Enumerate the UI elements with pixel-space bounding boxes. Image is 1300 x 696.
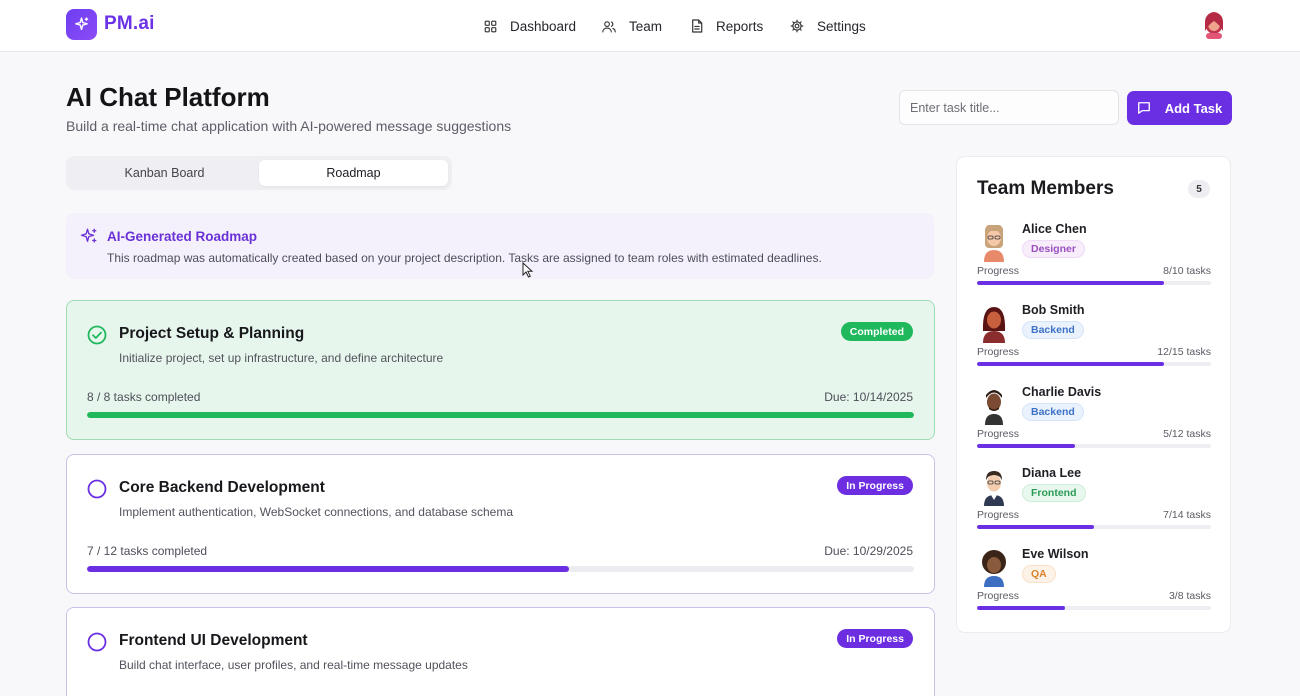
phase-progress-bar	[87, 566, 914, 572]
circle-icon	[87, 479, 107, 499]
avatar	[982, 550, 1006, 587]
avatar	[984, 225, 1004, 262]
message-square-icon	[1137, 102, 1150, 114]
tab-kanban-board[interactable]: Kanban Board	[70, 160, 259, 186]
check-circle-icon	[87, 325, 107, 345]
phase-description: Implement authentication, WebSocket conn…	[119, 505, 514, 519]
page-subtitle: Build a real-time chat application with …	[66, 118, 512, 134]
member-role-badge: QA	[1022, 565, 1056, 583]
ai-banner-title: AI-Generated Roadmap	[107, 229, 258, 244]
member-progress-bar	[977, 525, 1211, 529]
member-task-count: 12/15 tasks	[1157, 346, 1211, 358]
status-badge: In Progress	[837, 476, 913, 495]
member-task-count: 7/14 tasks	[1163, 509, 1211, 521]
member-task-count: 8/10 tasks	[1163, 265, 1211, 277]
team-member-eve[interactable]: Eve Wilson QA Progress 3/8 tasks	[977, 547, 1211, 627]
member-progress-label: Progress	[977, 265, 1020, 277]
phase-title: Frontend UI Development	[119, 632, 308, 649]
phase-due-date: Due: 10/29/2025	[824, 544, 913, 558]
member-name: Diana Lee	[1022, 466, 1082, 480]
phase-progress-fill	[87, 566, 570, 572]
nav-dashboard[interactable]: Dashboard	[484, 16, 576, 36]
top-navbar: PM.ai Dashboard Team Reports Settings	[0, 0, 1300, 52]
mouse-cursor-icon	[522, 262, 533, 278]
member-progress-fill	[977, 362, 1165, 366]
phase-card-frontend-ui[interactable]: Frontend UI Development Build chat inter…	[66, 607, 935, 696]
phase-task-count: 7 / 12 tasks completed	[87, 544, 208, 558]
nav-settings-label: Settings	[817, 18, 866, 34]
team-members-panel: Team Members 5 Alice Chen Designer Progr…	[956, 156, 1231, 633]
avatar	[982, 307, 1006, 343]
member-name: Alice Chen	[1022, 222, 1087, 236]
team-member-alice[interactable]: Alice Chen Designer Progress 8/10 tasks	[977, 222, 1211, 302]
member-role-badge: Designer	[1022, 240, 1085, 258]
member-role-badge: Frontend	[1022, 484, 1086, 502]
nav-settings[interactable]: Settings	[790, 16, 866, 36]
member-progress-fill	[977, 281, 1165, 285]
member-progress-label: Progress	[977, 346, 1020, 358]
member-progress-bar	[977, 281, 1211, 285]
phase-progress-bar	[87, 412, 914, 418]
member-progress-bar	[977, 606, 1211, 610]
phase-title: Core Backend Development	[119, 479, 325, 496]
phase-due-date: Due: 10/14/2025	[824, 390, 913, 404]
team-count-badge: 5	[1188, 180, 1210, 198]
phase-card-project-setup[interactable]: Project Setup & Planning Initialize proj…	[66, 300, 935, 440]
member-task-count: 5/12 tasks	[1163, 428, 1211, 440]
member-progress-fill	[977, 444, 1075, 448]
team-member-charlie[interactable]: Charlie Davis Backend Progress 5/12 task…	[977, 385, 1211, 465]
ai-roadmap-banner: AI-Generated Roadmap This roadmap was au…	[66, 213, 934, 279]
member-role-badge: Backend	[1022, 321, 1084, 339]
nav-reports[interactable]: Reports	[691, 16, 763, 36]
team-member-bob[interactable]: Bob Smith Backend Progress 12/15 tasks	[977, 303, 1211, 383]
nav-team-label: Team	[629, 18, 663, 34]
view-tabs: Kanban Board Roadmap	[66, 156, 452, 190]
add-task-button[interactable]: Add Task	[1127, 91, 1232, 125]
member-progress-bar	[977, 444, 1211, 448]
member-progress-bar	[977, 362, 1211, 366]
brand-name[interactable]: PM.ai	[104, 13, 155, 35]
team-panel-title: Team Members	[977, 178, 1114, 199]
member-progress-label: Progress	[977, 428, 1020, 440]
task-title-input[interactable]	[899, 90, 1119, 125]
nav-team[interactable]: Team	[602, 16, 662, 36]
member-progress-label: Progress	[977, 509, 1020, 521]
page-title: AI Chat Platform	[66, 82, 270, 112]
phase-description: Build chat interface, user profiles, and…	[119, 658, 468, 672]
phase-title: Project Setup & Planning	[119, 325, 305, 342]
phase-task-count: 8 / 8 tasks completed	[87, 390, 201, 404]
member-name: Bob Smith	[1022, 303, 1085, 317]
nav-reports-label: Reports	[716, 18, 764, 34]
member-role-badge: Backend	[1022, 403, 1084, 421]
users-icon	[602, 20, 616, 32]
member-progress-label: Progress	[977, 590, 1020, 602]
ai-banner-text: This roadmap was automatically created b…	[107, 251, 822, 265]
member-progress-fill	[977, 525, 1094, 529]
avatar	[985, 390, 1003, 425]
phase-progress-fill	[87, 412, 914, 418]
phase-card-core-backend[interactable]: Core Backend Development Implement authe…	[66, 454, 935, 594]
nav-dashboard-label: Dashboard	[510, 18, 577, 34]
logo-sparkle-icon[interactable]	[66, 9, 97, 40]
status-badge: In Progress	[837, 629, 913, 648]
user-avatar[interactable]	[1202, 11, 1226, 39]
avatar	[984, 471, 1004, 506]
tab-roadmap[interactable]: Roadmap	[259, 160, 448, 186]
phase-description: Initialize project, set up infrastructur…	[119, 351, 444, 365]
sparkles-icon	[80, 228, 97, 243]
team-member-diana[interactable]: Diana Lee Frontend Progress 7/14 tasks	[977, 466, 1211, 546]
member-progress-fill	[977, 606, 1065, 610]
status-badge: Completed	[840, 322, 913, 341]
gear-icon	[790, 19, 804, 33]
grid-icon	[484, 20, 497, 32]
circle-icon	[87, 632, 107, 652]
add-task-label: Add Task	[1164, 100, 1223, 116]
member-name: Eve Wilson	[1022, 547, 1089, 561]
document-icon	[692, 19, 703, 33]
member-task-count: 3/8 tasks	[1168, 590, 1211, 602]
member-name: Charlie Davis	[1022, 385, 1102, 399]
